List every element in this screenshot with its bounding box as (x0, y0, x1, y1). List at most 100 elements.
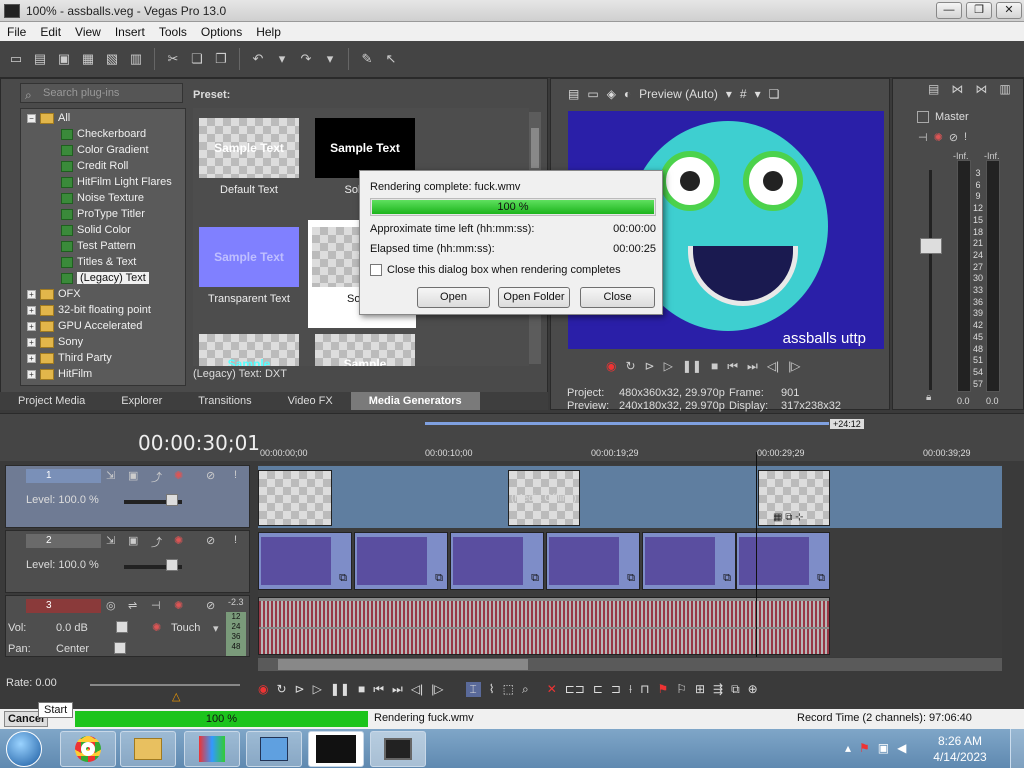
rate-marker-icon[interactable]: △ (172, 690, 180, 703)
video-clip[interactable]: ⧉ (736, 532, 830, 590)
pan-crop-icon[interactable]: ⧉ (531, 572, 539, 585)
program-taskbar-button[interactable] (184, 731, 240, 767)
trim-icon[interactable]: ⊏⊐ (565, 682, 585, 696)
expand-icon[interactable]: + (27, 353, 36, 363)
tab-explorer[interactable]: Explorer (103, 392, 180, 410)
prev-frame-icon[interactable]: ◁| (411, 682, 423, 696)
chevron-down-icon[interactable]: ▾ (726, 87, 732, 101)
level-slider-knob[interactable] (166, 559, 178, 571)
tree-item-folder[interactable]: + HitFilm (27, 366, 92, 382)
tree-item-plugin[interactable]: Noise Texture (61, 190, 144, 206)
expand-icon[interactable]: + (27, 369, 36, 379)
menu-insert[interactable]: Insert (108, 25, 152, 39)
close-window-button[interactable]: ✕ (996, 2, 1022, 19)
save-as-icon[interactable]: ▦ (78, 49, 98, 69)
track-lane-2[interactable]: ⧉ ⧉ ⧉ ⧉ ⧉ ⧉ (258, 530, 1002, 593)
prev-frame-icon[interactable]: ◁| (767, 359, 779, 374)
tree-item-plugin[interactable]: HitFilm Light Flares (61, 174, 172, 190)
track-motion-icon[interactable]: ⇲ (106, 534, 115, 547)
split-icon[interactable]: ⟊ (629, 682, 632, 697)
chevron-down-icon[interactable]: ▾ (213, 622, 219, 635)
close-button[interactable]: Close (580, 287, 655, 308)
trim-end-icon[interactable]: ⊐ (611, 682, 621, 696)
tree-item-legacy-text[interactable]: (Legacy) Text (61, 270, 149, 286)
chevron-down-icon[interactable]: ▾ (755, 87, 761, 101)
loop-icon[interactable]: ↻ (276, 682, 286, 696)
dim-output-icon[interactable]: ⋈ (975, 82, 987, 96)
external-monitor-icon[interactable]: ▭ (587, 87, 598, 101)
automation-mode[interactable]: Touch (171, 622, 200, 634)
video-clip[interactable]: ⧉ (258, 532, 352, 590)
whats-this-icon[interactable]: ↖ (381, 49, 401, 69)
mute-icon[interactable]: ⊘ (949, 131, 958, 144)
video-clip[interactable]: ▦ ⧉ ⊹ (758, 470, 830, 526)
play-icon[interactable]: ▷ (313, 682, 322, 696)
audio-fx-icon[interactable]: ⊣ (151, 599, 161, 612)
menu-edit[interactable]: Edit (33, 25, 68, 39)
tree-item-folder[interactable]: + Third Party (27, 350, 112, 366)
play-from-start-icon[interactable]: ⊳ (295, 682, 305, 696)
pan-crop-icon[interactable]: ⧉ (627, 572, 635, 585)
scroll-thumb[interactable] (531, 128, 539, 168)
fx-icon[interactable]: ✺ (934, 131, 943, 144)
video-clip[interactable]: ⧉ (354, 532, 448, 590)
composite-mode-icon[interactable]: ▣ (128, 534, 138, 547)
rate-slider[interactable] (90, 684, 240, 686)
playhead-cursor[interactable] (756, 452, 757, 657)
mixer-properties-icon[interactable]: ▤ (928, 82, 939, 96)
level-slider-knob[interactable] (166, 494, 178, 506)
lock-envelopes-icon[interactable]: ⧉ (731, 682, 740, 697)
tree-item-folder[interactable]: + OFX (27, 286, 81, 302)
lock-icon[interactable]: 🔒︎ (926, 392, 931, 403)
open-button[interactable]: Open (417, 287, 490, 308)
tree-item-plugin[interactable]: Titles & Text (61, 254, 136, 270)
vegas-taskbar-button[interactable] (370, 731, 426, 767)
action-center-icon[interactable]: ⚑ (859, 741, 870, 755)
cut-icon[interactable]: ✂ (163, 49, 183, 69)
expand-icon[interactable]: + (27, 305, 36, 315)
tree-item-plugin[interactable]: Color Gradient (61, 142, 149, 158)
mute-icon[interactable]: ⊘ (206, 599, 215, 612)
save-icon[interactable]: ▣ (54, 49, 74, 69)
preset-transparent-text[interactable]: Sample Text Transparent Text (195, 227, 303, 305)
pan-slider-knob[interactable] (114, 642, 126, 654)
tree-item-plugin[interactable]: Checkerboard (61, 126, 146, 142)
pan-crop-icon[interactable]: ⧉ (435, 572, 443, 585)
track-header-3[interactable]: 3 ◎ ⇌ ⊣ ✺ ⊘ -2.3 Vol: 0.0 dB ✺ Touch ▾ P… (5, 595, 250, 657)
menu-view[interactable]: View (68, 25, 108, 39)
checkbox-box[interactable] (370, 264, 382, 276)
parent-icon[interactable]: ⤴ (151, 534, 162, 550)
video-clip[interactable] (258, 470, 332, 526)
automation-icon[interactable]: ⇌ (128, 599, 137, 612)
search-plugins-input[interactable]: ⌕ Search plug-ins (20, 83, 183, 103)
video-clip[interactable]: ⧉ (642, 532, 736, 590)
open-folder-button[interactable]: Open Folder (498, 287, 570, 308)
menu-file[interactable]: File (0, 25, 33, 39)
tab-project-media[interactable]: Project Media (0, 392, 103, 410)
split-screen-icon[interactable]: ◈ (607, 87, 616, 101)
marker-icon[interactable]: ⚑ (657, 682, 668, 696)
record-icon[interactable]: ◉ (258, 682, 268, 696)
preset-item[interactable]: Sample (311, 334, 419, 366)
loop-icon[interactable]: ↻ (625, 359, 635, 374)
pan-crop-icon[interactable]: ⧉ (723, 572, 731, 585)
video-clip[interactable]: ⧉ (546, 532, 640, 590)
start-button[interactable] (6, 731, 42, 767)
master-fader[interactable] (920, 170, 942, 390)
stop-icon[interactable]: ■ (711, 359, 718, 374)
tab-transitions[interactable]: Transitions (180, 392, 269, 410)
tab-video-fx[interactable]: Video FX (270, 392, 351, 410)
copy-icon[interactable]: ❏ (187, 49, 207, 69)
region-icon[interactable]: ⚐ (676, 682, 687, 696)
track-header-2[interactable]: 2 ⇲ ▣ ⤴ ✺ ⊘ ! Level: 100.0 % (5, 530, 250, 593)
parent-icon[interactable]: ⤴ (151, 469, 162, 485)
minimize-button[interactable]: — (936, 2, 962, 19)
properties-icon[interactable]: ▥ (126, 49, 146, 69)
lock-icon[interactable]: ⊓ (640, 682, 649, 696)
menu-options[interactable]: Options (194, 25, 249, 39)
tab-media-generators[interactable]: Media Generators (350, 392, 480, 410)
volume-slider-knob[interactable] (116, 621, 128, 633)
go-to-start-icon[interactable]: ⏮ (727, 359, 738, 374)
preset-item[interactable]: Sample (195, 334, 303, 366)
expand-icon[interactable]: + (27, 289, 36, 299)
